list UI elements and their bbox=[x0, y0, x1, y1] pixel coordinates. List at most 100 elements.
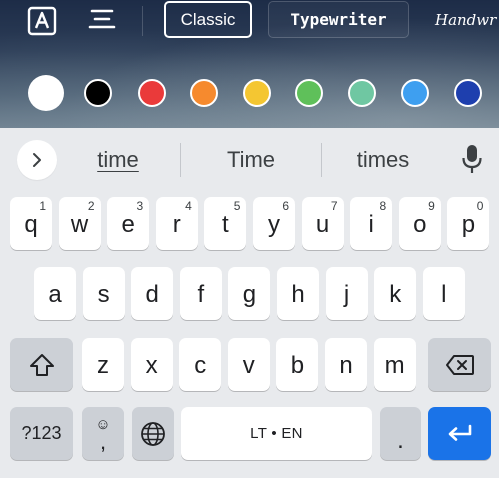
key-number-hint: 4 bbox=[185, 199, 192, 213]
color-dot bbox=[138, 79, 166, 107]
key-label: k bbox=[389, 280, 402, 308]
key-q[interactable]: q1 bbox=[10, 197, 52, 250]
key-z[interactable]: z bbox=[82, 338, 124, 391]
key-label: y bbox=[268, 210, 280, 238]
font-option-classic[interactable]: Classic bbox=[164, 1, 252, 38]
symbols-key[interactable]: ?123 bbox=[10, 407, 73, 460]
key-i[interactable]: i8 bbox=[350, 197, 393, 250]
key-k[interactable]: k bbox=[374, 267, 417, 320]
key-x[interactable]: x bbox=[130, 338, 173, 391]
backspace-icon bbox=[445, 354, 474, 375]
comma-label: , bbox=[99, 428, 107, 454]
suggestion-strip: time Time times bbox=[0, 128, 499, 190]
key-g[interactable]: g bbox=[228, 267, 271, 320]
key-label: g bbox=[242, 280, 257, 308]
color-swatch[interactable] bbox=[28, 75, 64, 111]
key-label: z bbox=[97, 351, 109, 379]
key-m[interactable]: m bbox=[373, 338, 416, 391]
shift-key[interactable] bbox=[10, 338, 73, 391]
key-l[interactable]: l bbox=[422, 267, 465, 320]
key-label: l bbox=[441, 280, 447, 308]
key-number-hint: 8 bbox=[379, 199, 387, 213]
key-f[interactable]: f bbox=[179, 267, 222, 320]
key-j[interactable]: j bbox=[325, 267, 368, 320]
align-center-icon[interactable] bbox=[87, 6, 117, 36]
period-label: . bbox=[397, 426, 404, 454]
key-label: h bbox=[291, 280, 305, 308]
key-label: x bbox=[145, 351, 158, 379]
key-d[interactable]: d bbox=[131, 267, 174, 320]
color-dot bbox=[454, 79, 482, 107]
key-s[interactable]: s bbox=[82, 267, 125, 320]
key-label: f bbox=[197, 280, 205, 308]
key-label: c bbox=[194, 351, 207, 379]
key-p[interactable]: p0 bbox=[447, 197, 490, 250]
key-label: r bbox=[172, 210, 181, 238]
chevron-right-icon bbox=[33, 153, 41, 167]
color-swatch[interactable] bbox=[450, 75, 486, 111]
on-screen-keyboard: time Time times q1w2e3r4t5y6u7i8o9p0 asd… bbox=[0, 128, 499, 478]
text-editor-toolbar: Classic Typewriter Handwr bbox=[0, 0, 499, 128]
key-v[interactable]: v bbox=[227, 338, 270, 391]
key-y[interactable]: y6 bbox=[253, 197, 295, 250]
key-label: w bbox=[70, 210, 89, 238]
suggestion-3[interactable]: times bbox=[336, 144, 430, 176]
key-w[interactable]: w2 bbox=[58, 197, 101, 250]
emoji-comma-key[interactable]: ☺ , bbox=[82, 407, 124, 460]
color-swatch[interactable] bbox=[397, 75, 433, 111]
suggestion-2[interactable]: Time bbox=[196, 144, 306, 176]
key-number-hint: 2 bbox=[87, 199, 95, 213]
key-b[interactable]: b bbox=[276, 338, 319, 391]
color-dot bbox=[84, 79, 112, 107]
key-label: p bbox=[461, 210, 476, 238]
key-e[interactable]: e3 bbox=[107, 197, 150, 250]
key-n[interactable]: n bbox=[325, 338, 367, 391]
backspace-key[interactable] bbox=[428, 338, 491, 391]
color-dot bbox=[348, 79, 376, 107]
key-a[interactable]: a bbox=[34, 267, 76, 320]
color-swatch[interactable] bbox=[134, 75, 170, 111]
color-swatch[interactable] bbox=[344, 75, 380, 111]
key-label: i bbox=[368, 210, 374, 238]
color-swatch[interactable] bbox=[291, 75, 327, 111]
key-c[interactable]: c bbox=[179, 338, 222, 391]
suggestion-divider bbox=[321, 143, 322, 177]
shift-arrow-icon bbox=[29, 353, 54, 376]
expand-toolbar-button[interactable] bbox=[17, 140, 57, 180]
color-swatch[interactable] bbox=[186, 75, 222, 111]
space-key[interactable]: LT • EN bbox=[181, 407, 372, 460]
key-label: o bbox=[413, 210, 427, 238]
key-r[interactable]: r4 bbox=[155, 197, 198, 250]
key-label: q bbox=[24, 210, 38, 238]
globe-icon bbox=[141, 421, 165, 446]
key-o[interactable]: o9 bbox=[398, 197, 441, 250]
key-number-hint: 5 bbox=[233, 199, 241, 213]
key-number-hint: 9 bbox=[428, 199, 435, 213]
key-number-hint: 3 bbox=[136, 199, 144, 213]
key-label: v bbox=[242, 351, 255, 379]
language-key[interactable] bbox=[132, 407, 174, 460]
key-label: e bbox=[121, 210, 135, 238]
color-dot bbox=[243, 79, 271, 107]
key-h[interactable]: h bbox=[277, 267, 319, 320]
color-swatch[interactable] bbox=[80, 75, 116, 111]
color-dot bbox=[401, 79, 429, 107]
key-u[interactable]: u7 bbox=[301, 197, 344, 250]
key-t[interactable]: t5 bbox=[204, 197, 247, 250]
color-swatch[interactable] bbox=[239, 75, 275, 111]
text-box-icon[interactable] bbox=[27, 6, 57, 36]
key-label: n bbox=[339, 351, 353, 379]
microphone-icon[interactable] bbox=[460, 142, 484, 176]
key-number-hint: 1 bbox=[39, 199, 46, 213]
color-dot bbox=[28, 75, 64, 111]
enter-arrow-icon bbox=[448, 424, 471, 441]
suggestion-1[interactable]: time bbox=[72, 144, 164, 176]
font-option-handwriting[interactable]: Handwr bbox=[425, 1, 499, 38]
font-option-typewriter[interactable]: Typewriter bbox=[268, 1, 409, 38]
color-dot bbox=[295, 79, 323, 107]
color-palette bbox=[0, 75, 499, 113]
key-number-hint: 6 bbox=[282, 199, 289, 213]
key-label: t bbox=[222, 210, 229, 238]
enter-key[interactable] bbox=[428, 407, 491, 460]
period-key[interactable]: . bbox=[380, 407, 421, 460]
